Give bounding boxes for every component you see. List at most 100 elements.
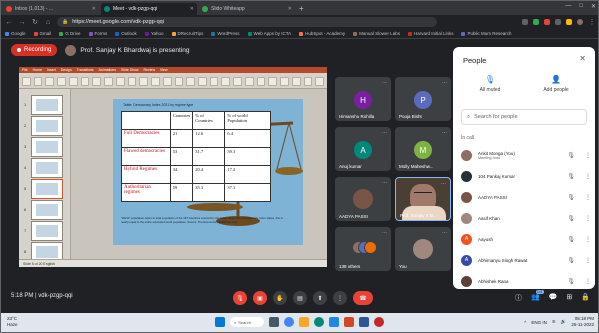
chrome-icon[interactable] — [284, 317, 294, 327]
present-now-button[interactable]: ⬆ — [313, 291, 327, 305]
profile-avatar-icon[interactable] — [577, 19, 583, 25]
extension-icon[interactable] — [566, 19, 572, 25]
host-controls-icon[interactable]: 🔒 — [581, 293, 590, 303]
browser-menu-icon[interactable]: ⋮ — [588, 18, 596, 26]
camera-off-button[interactable]: ▣ — [253, 291, 267, 305]
url-field[interactable]: 🔒 https://meet.google.com/vdk-pzgp-qqi — [57, 17, 437, 27]
app-icon[interactable] — [374, 317, 384, 327]
mic-off-icon[interactable]: 🎙 — [567, 257, 575, 264]
extension-icon[interactable] — [555, 19, 561, 25]
participant-tile[interactable]: ⋯ AADYA PASSI — [335, 177, 391, 221]
extension-icon[interactable] — [544, 19, 550, 25]
mute-all-action[interactable]: 🎙 All muted — [467, 75, 513, 93]
volume-icon[interactable]: 🔊 — [561, 319, 567, 325]
participant-list-item[interactable]: 104 Pankaj Kumar 🎙 ⋮ — [461, 166, 591, 186]
participant-list-item[interactable]: AADYA PASSI 🎙 ⋮ — [461, 187, 591, 207]
close-icon[interactable]: ✕ — [579, 54, 586, 63]
captions-button[interactable]: ▤ — [293, 291, 307, 305]
tile-options-icon[interactable]: ⋯ — [441, 181, 446, 187]
bookmark-item[interactable]: DRecruitTips — [171, 31, 203, 36]
participant-tile[interactable]: A ⋯ Anuj kumar — [335, 127, 391, 171]
bookmark-item[interactable]: Outlook — [115, 31, 137, 36]
people-search-input[interactable]: ⌕ Search for people — [461, 109, 587, 125]
tile-options-icon[interactable]: ⋯ — [442, 80, 447, 86]
mic-off-icon[interactable]: 🎙 — [567, 173, 575, 180]
tile-options-icon[interactable]: ⋯ — [442, 130, 447, 136]
raise-hand-button[interactable]: ✋ — [273, 291, 287, 305]
ms-store-icon[interactable] — [329, 317, 339, 327]
close-tab-icon[interactable]: ✕ — [288, 6, 292, 12]
bookmark-item[interactable]: Gmail — [33, 31, 51, 36]
more-options-icon[interactable]: ⋮ — [585, 194, 591, 201]
bookmark-item[interactable]: Forms — [88, 31, 107, 36]
bookmark-item[interactable]: G Drive — [59, 31, 81, 36]
close-tab-icon[interactable]: ✕ — [190, 6, 194, 12]
mic-off-icon[interactable]: 🎙 — [567, 236, 575, 243]
info-icon[interactable]: ⓘ — [515, 293, 522, 303]
more-options-button[interactable]: ⋮ — [333, 291, 347, 305]
language-indicator[interactable]: ENG IN — [531, 320, 547, 325]
end-call-button[interactable]: ☎ — [353, 291, 373, 305]
tile-options-icon[interactable]: ⋯ — [382, 80, 387, 86]
participant-tile[interactable]: P ⋯ Pooja Bisht — [395, 77, 451, 121]
participant-tile[interactable]: ⋯ 138 others — [335, 227, 391, 271]
more-options-icon[interactable]: ⋮ — [585, 152, 591, 159]
browser-tab[interactable]: Slido Whiteapp ✕ — [199, 3, 295, 15]
weather-widget[interactable]: 23°C Haze — [7, 316, 18, 328]
activities-icon[interactable]: ⊞ — [566, 293, 572, 303]
windows-start-icon[interactable] — [215, 317, 225, 327]
extension-icon[interactable] — [533, 19, 539, 25]
forward-icon[interactable]: → — [18, 19, 26, 26]
chat-icon[interactable]: 💬 — [549, 293, 558, 303]
mic-off-icon[interactable]: 🎙 — [567, 194, 575, 201]
participant-tile[interactable]: ⋯ Prof. Sanjay K B... — [395, 177, 451, 221]
task-view-icon[interactable] — [269, 317, 279, 327]
mic-off-icon[interactable]: 🎙 — [567, 215, 575, 222]
close-tab-icon[interactable]: ✕ — [92, 6, 96, 12]
recording-badge[interactable]: Recording — [11, 44, 58, 56]
tile-options-icon[interactable]: ⋯ — [382, 130, 387, 136]
file-explorer-icon[interactable] — [299, 317, 309, 327]
more-options-icon[interactable]: ⋮ — [585, 215, 591, 222]
tile-options-icon[interactable]: ⋯ — [382, 230, 387, 236]
taskbar-search[interactable]: ⌕ Search — [230, 317, 264, 327]
participant-tile[interactable]: ⋯ You — [395, 227, 451, 271]
participant-tile[interactable]: H ⋯ Himanshu Rohilla — [335, 77, 391, 121]
back-icon[interactable]: ← — [5, 19, 13, 26]
more-options-icon[interactable]: ⋮ — [585, 173, 591, 180]
new-tab-button[interactable]: + — [299, 3, 304, 15]
bookmark-item[interactable]: Web Apps by ICTA — [247, 31, 291, 36]
tile-options-icon[interactable]: ⋯ — [442, 230, 447, 236]
more-options-icon[interactable]: ⋮ — [585, 257, 591, 264]
browser-tab-active[interactable]: Meet - vdk-pzgp-qqi ✕ — [101, 3, 197, 15]
word-icon[interactable] — [359, 317, 369, 327]
participant-list-item[interactable]: Ankit Monga (You) Meeting host 🎙 ⋮ — [461, 145, 591, 165]
more-options-icon[interactable]: ⋮ — [585, 236, 591, 243]
reload-icon[interactable]: ↻ — [31, 18, 39, 26]
wifi-icon[interactable]: ≋ — [552, 319, 556, 325]
clock[interactable]: 05:18 PM 25-11-2022 — [571, 316, 594, 328]
bookmark-item[interactable]: Manual Slower Labs — [353, 31, 400, 36]
mic-off-button[interactable]: 🎙 — [233, 291, 247, 305]
bookmark-item[interactable]: Public Mum Research — [461, 31, 511, 36]
bookmark-item[interactable]: HubSpot - Academy — [299, 31, 345, 36]
home-icon[interactable]: ⌂ — [44, 19, 52, 26]
bookmark-item[interactable]: WordPress — [211, 31, 240, 36]
powerpoint-icon[interactable] — [344, 317, 354, 327]
close-window-icon[interactable]: ✕ — [591, 3, 596, 10]
browser-tab[interactable]: Inbox (1,013) - ... ✕ — [3, 3, 99, 15]
minimize-icon[interactable]: — — [565, 3, 571, 10]
bookmark-item[interactable]: Yahoo — [144, 31, 164, 36]
edge-icon[interactable] — [314, 317, 324, 327]
bookmark-item[interactable]: Google — [5, 31, 26, 36]
participant-tile[interactable]: M ⋯ Molly Maheshw... — [395, 127, 451, 171]
participant-list-item[interactable]: A Abhimanyu Singh Rawat 🎙 ⋮ — [461, 250, 591, 270]
bookmark-item[interactable]: Harvard Initial Links — [407, 31, 453, 36]
people-icon[interactable]: 👥 141 — [531, 290, 544, 303]
tray-overflow-icon[interactable]: ^ — [524, 320, 526, 325]
participant-list-item[interactable]: Aasif Khan 🎙 ⋮ — [461, 208, 591, 228]
mic-off-icon[interactable]: 🎙 — [567, 152, 575, 159]
tile-options-icon[interactable]: ⋯ — [382, 180, 387, 186]
participant-list-item[interactable]: A Aayush 🎙 ⋮ — [461, 229, 591, 249]
add-people-action[interactable]: 👤 Add people — [533, 75, 579, 93]
